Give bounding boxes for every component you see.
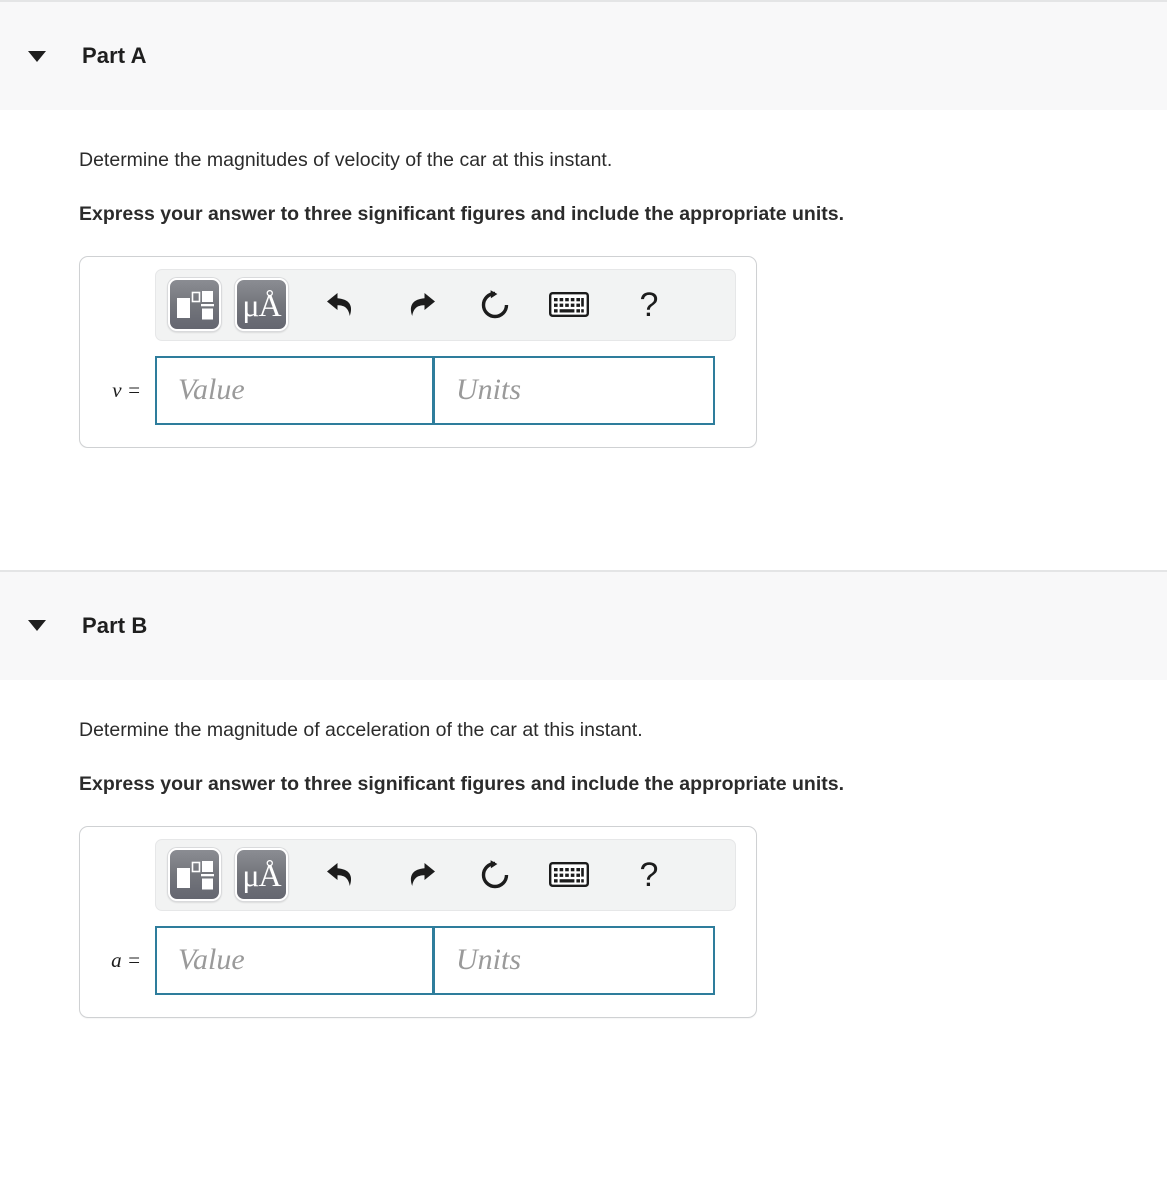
math-templates-icon[interactable] [168, 278, 221, 332]
part-section-a: Part A Determine the magnitudes of veloc… [0, 0, 1167, 448]
part-a-variable-label: v = [112, 377, 141, 402]
math-templates-icon[interactable] [168, 848, 221, 901]
part-a-header[interactable]: Part A [0, 0, 1167, 110]
collapse-triangle-icon[interactable] [28, 50, 46, 62]
redo-icon[interactable] [394, 278, 448, 331]
units-micro-angstrom-icon[interactable]: μÅ [235, 278, 288, 332]
part-a-prompt: Determine the magnitudes of velocity of … [79, 149, 613, 171]
part-b-units-input[interactable]: Units [434, 925, 715, 995]
section-spacer [0, 447, 1167, 570]
help-glyph: ? [639, 285, 659, 324]
part-a-value-placeholder: Value [178, 373, 245, 407]
part-a-value-input[interactable]: Value [155, 355, 434, 425]
part-a-title: Part A [82, 43, 147, 68]
part-b-value-placeholder: Value [178, 943, 245, 976]
part-b-prompt: Determine the magnitude of acceleration … [79, 718, 643, 741]
collapse-triangle-icon[interactable] [28, 620, 46, 632]
part-a-instruction: Express your answer to three significant… [79, 203, 844, 226]
undo-icon[interactable] [314, 848, 368, 901]
part-b-answer-box: μÅ ? a = Value Units [79, 825, 757, 1018]
part-b-input-row: a = Value Units [92, 925, 744, 995]
part-b-toolbar: μÅ ? [155, 838, 736, 911]
part-a-toolbar: μÅ ? [155, 268, 736, 341]
part-b-title: Part B [82, 612, 148, 638]
help-glyph: ? [639, 855, 659, 894]
keyboard-shortcuts-icon[interactable] [542, 278, 596, 331]
help-icon[interactable]: ? [624, 848, 674, 901]
redo-icon[interactable] [394, 848, 448, 901]
part-b-instruction: Express your answer to three significant… [79, 773, 844, 796]
part-b-header[interactable]: Part B [0, 569, 1167, 680]
part-a-body: Determine the magnitudes of velocity of … [0, 110, 1167, 448]
part-b-units-placeholder: Units [456, 943, 522, 976]
reset-icon[interactable] [468, 848, 522, 901]
part-b-body: Determine the magnitude of acceleration … [0, 679, 1167, 1018]
part-section-b: Part B Determine the magnitude of accele… [0, 569, 1167, 1018]
part-a-input-row: v = Value Units [92, 355, 744, 425]
units-micro-angstrom-icon[interactable]: μÅ [235, 848, 288, 901]
part-a-units-input[interactable]: Units [434, 355, 715, 425]
help-icon[interactable]: ? [624, 278, 674, 331]
part-a-answer-box: μÅ ? v = Value Units [79, 255, 757, 448]
reset-icon[interactable] [468, 278, 522, 331]
keyboard-shortcuts-icon[interactable] [542, 848, 596, 901]
undo-icon[interactable] [314, 278, 368, 331]
part-a-units-placeholder: Units [456, 373, 522, 407]
part-b-value-input[interactable]: Value [155, 925, 434, 995]
part-b-variable-label: a = [111, 947, 141, 972]
